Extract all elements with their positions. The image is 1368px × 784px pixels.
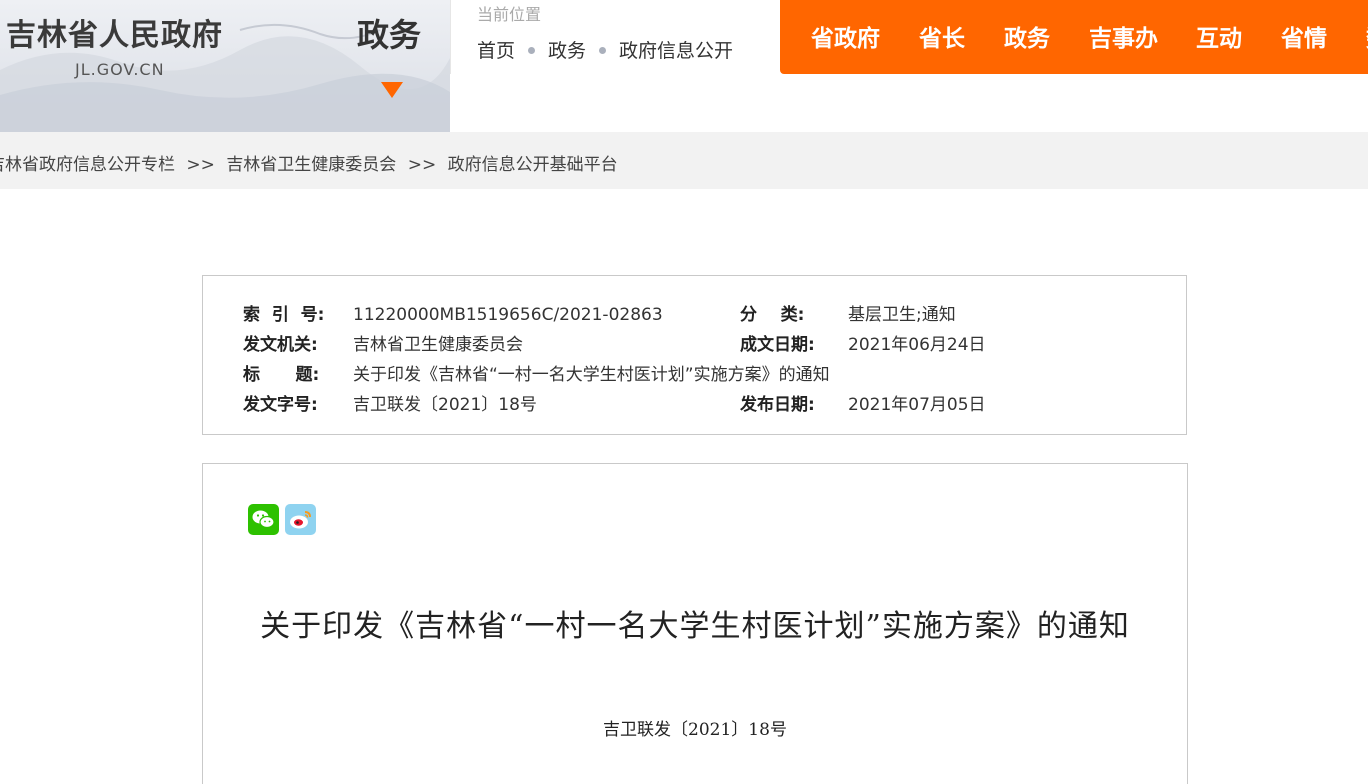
- breadcrumb-separator: >>: [407, 155, 437, 175]
- location-link-info-disclosure[interactable]: 政府信息公开: [619, 40, 733, 62]
- nav-governor[interactable]: 省长: [919, 19, 965, 53]
- title-label: 标 题:: [243, 365, 320, 385]
- publish-date-label: 发布日期:: [740, 395, 815, 415]
- nav-affairs[interactable]: 政务: [1004, 19, 1050, 53]
- date-written-label: 成文日期:: [740, 335, 815, 355]
- current-location-label: 当前位置: [477, 5, 542, 24]
- site-name[interactable]: 吉林省人民政府: [6, 10, 223, 54]
- article-title: 关于印发《吉林省“一村一名大学生村医计划”实施方案》的通知: [260, 609, 1130, 644]
- doc-number-label: 发文字号:: [243, 395, 318, 415]
- index-number-value: 11220000MB1519656C/2021-02863: [353, 305, 663, 325]
- publish-date-value: 2021年07月05日: [848, 395, 986, 415]
- metadata-row: 分 类: 基层卫生;通知: [740, 300, 956, 325]
- nav-province-info[interactable]: 省情: [1281, 19, 1327, 53]
- metadata-row: 发文机关: 吉林省卫生健康委员会: [243, 330, 523, 355]
- weibo-icon[interactable]: [285, 504, 316, 535]
- dot-separator-icon: [599, 47, 607, 54]
- index-number-label: 索 引 号:: [243, 305, 325, 325]
- nav-jishiban[interactable]: 吉事办: [1089, 19, 1158, 53]
- location-link-affairs[interactable]: 政务: [548, 40, 586, 62]
- metadata-row: 成文日期: 2021年06月24日: [740, 330, 986, 355]
- header-banner: 吉林省人民政府 JL.GOV.CN 政务: [0, 0, 450, 132]
- metadata-row: 索 引 号: 11220000MB1519656C/2021-02863: [243, 300, 663, 325]
- document-metadata-table: 索 引 号: 11220000MB1519656C/2021-02863 分 类:…: [202, 275, 1187, 435]
- category-label: 分 类:: [740, 305, 805, 325]
- section-title: 政务: [357, 16, 422, 54]
- dot-separator-icon: [528, 47, 536, 54]
- breadcrumb: 吉林省政府信息公开专栏 >> 吉林省卫生健康委员会 >> 政府信息公开基础平台: [0, 132, 1368, 189]
- main-navigation: 省政府 省长 政务 吉事办 互动 省情 数: [780, 0, 1368, 74]
- nav-provincial-government[interactable]: 省政府: [811, 19, 880, 53]
- category-value: 基层卫生;通知: [848, 305, 956, 325]
- breadcrumb-separator: >>: [186, 155, 215, 175]
- issuer-label: 发文机关:: [243, 335, 318, 355]
- issuer-value: 吉林省卫生健康委员会: [353, 335, 523, 355]
- date-written-value: 2021年06月24日: [848, 335, 986, 355]
- breadcrumb-link-health-commission[interactable]: 吉林省卫生健康委员会: [226, 155, 396, 175]
- doc-number-value: 吉卫联发〔2021〕18号: [353, 395, 537, 415]
- metadata-row: 发文字号: 吉卫联发〔2021〕18号: [243, 390, 537, 415]
- wechat-icon[interactable]: [248, 504, 279, 535]
- site-domain: JL.GOV.CN: [75, 60, 165, 79]
- location-breadcrumb: 首页 政务 政府信息公开: [477, 36, 733, 63]
- location-link-home[interactable]: 首页: [477, 40, 515, 62]
- metadata-row: 标 题: 关于印发《吉林省“一村一名大学生村医计划”实施方案》的通知: [243, 360, 830, 385]
- breadcrumb-link-disclosure-column[interactable]: 吉林省政府信息公开专栏: [0, 155, 175, 175]
- metadata-row: 发布日期: 2021年07月05日: [740, 390, 986, 415]
- article-doc-number: 吉卫联发〔2021〕18号: [603, 720, 787, 740]
- breadcrumb-link-platform[interactable]: 政府信息公开基础平台: [448, 155, 618, 175]
- title-value: 关于印发《吉林省“一村一名大学生村医计划”实施方案》的通知: [353, 365, 830, 385]
- current-location-panel: 当前位置 首页 政务 政府信息公开: [450, 0, 781, 74]
- site-header: 吉林省人民政府 JL.GOV.CN 政务 当前位置 首页 政务 政府信息公开 省政府…: [0, 0, 1368, 132]
- triangle-down-icon: [381, 82, 403, 98]
- nav-interaction[interactable]: 互动: [1196, 19, 1242, 53]
- article-body: 关于印发《吉林省“一村一名大学生村医计划”实施方案》的通知 吉卫联发〔2021〕…: [202, 463, 1188, 784]
